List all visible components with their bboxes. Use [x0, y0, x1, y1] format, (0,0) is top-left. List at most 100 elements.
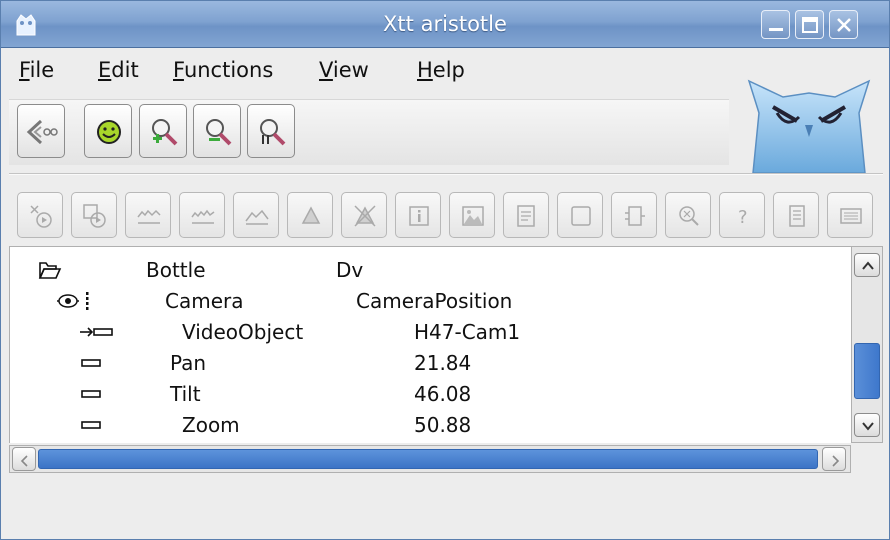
object-tree[interactable]: Bottle Dv Camera CameraPosition VideoObj…	[9, 246, 851, 443]
attribute-icon	[81, 421, 101, 429]
navigator-back-icon	[26, 119, 58, 145]
tree-row-value: Dv	[336, 258, 364, 282]
maximize-icon	[802, 17, 818, 33]
close-icon	[837, 18, 851, 32]
chevron-right-icon	[832, 455, 840, 467]
minimize-button[interactable]	[761, 10, 790, 39]
open-plc-button[interactable]	[71, 192, 117, 238]
menu-view-mnemonic: V	[319, 58, 333, 82]
zoom-in-icon	[152, 119, 178, 146]
help-button[interactable]: ?	[719, 192, 765, 238]
tree-row[interactable]: Pan 21.84	[10, 348, 851, 379]
tree-row[interactable]: Bottle Dv	[10, 255, 851, 286]
search-icon	[679, 206, 699, 226]
tree-row[interactable]: Tilt 46.08	[10, 379, 851, 410]
menu-file-mnemonic: F	[19, 58, 30, 82]
menu-functions[interactable]: Functions	[173, 58, 273, 82]
graph-button[interactable]	[449, 192, 495, 238]
proview-owl-logo	[747, 79, 871, 174]
menu-view[interactable]: View	[319, 58, 369, 82]
tree-row-name: Bottle	[146, 258, 206, 282]
vertical-scroll-thumb[interactable]	[854, 343, 880, 399]
crossref-button[interactable]	[503, 192, 549, 238]
fast-trend-button[interactable]	[179, 192, 225, 238]
classgraph-button[interactable]	[611, 192, 657, 238]
object-graph-button[interactable]	[557, 192, 603, 238]
tree-row-value: H47-Cam1	[414, 320, 521, 344]
main-toolbar	[9, 99, 729, 165]
zoom-out-icon	[206, 119, 232, 146]
tree-row[interactable]: VideoObject H47-Cam1	[10, 317, 851, 348]
tree-row-name: VideoObject	[182, 320, 304, 344]
alarm-icon	[301, 206, 321, 224]
xtt-window: Xtt aristotle File Edit Functions View H…	[0, 0, 890, 540]
chevron-down-icon	[862, 422, 874, 431]
svg-text:?: ?	[738, 207, 748, 228]
scroll-left-button[interactable]	[12, 447, 36, 471]
tree-row-name: Camera	[165, 289, 244, 313]
maximize-button[interactable]	[795, 10, 824, 39]
navigator-back-button[interactable]	[17, 104, 65, 158]
menu-help[interactable]: Help	[417, 58, 465, 82]
history-button[interactable]	[233, 192, 279, 238]
horizontal-scrollbar[interactable]	[9, 445, 851, 473]
rtnav-button[interactable]	[827, 192, 873, 238]
menu-file[interactable]: File	[19, 58, 54, 82]
horizontal-scroll-thumb[interactable]	[38, 449, 818, 469]
zoom-in-button[interactable]	[139, 104, 187, 158]
open-object-icon	[30, 205, 52, 228]
tree-row-name: Pan	[170, 351, 207, 375]
help-icon: ?	[738, 207, 748, 228]
attribute-ref-icon	[80, 327, 113, 337]
fast-trend-icon	[191, 209, 215, 224]
object-attributes-icon	[57, 292, 89, 310]
menu-help-mnemonic: H	[417, 58, 433, 82]
menu-functions-label: unctions	[183, 58, 274, 82]
trend-icon	[137, 209, 161, 224]
menu-edit-label: dit	[111, 58, 139, 82]
info-button[interactable]	[395, 192, 441, 238]
menu-functions-mnemonic: F	[173, 58, 184, 82]
block-alarm-icon	[354, 205, 376, 227]
smiley-button[interactable]	[84, 104, 132, 158]
tree-row-name: Zoom	[182, 413, 240, 437]
menu-edit[interactable]: Edit	[98, 58, 139, 82]
alarm-button[interactable]	[287, 192, 333, 238]
menu-view-label: iew	[332, 58, 369, 82]
zoom-out-button[interactable]	[193, 104, 241, 158]
crossref-icon	[517, 205, 535, 227]
smiley-icon	[97, 120, 121, 144]
zoom-reset-icon	[260, 119, 286, 146]
minimize-icon	[769, 28, 783, 31]
tree-row[interactable]: Zoom 50.88	[10, 410, 851, 441]
doc-button[interactable]	[773, 192, 819, 238]
zoom-reset-button[interactable]	[247, 104, 295, 158]
window-title: Xtt aristotle	[383, 12, 507, 36]
search-button[interactable]	[665, 192, 711, 238]
classgraph-icon	[625, 206, 645, 226]
menu-help-label: elp	[432, 58, 465, 82]
graph-icon	[462, 206, 484, 226]
trend-button[interactable]	[125, 192, 171, 238]
open-object-button[interactable]	[17, 192, 63, 238]
object-graph-icon	[571, 206, 591, 226]
title-bar[interactable]: Xtt aristotle	[1, 1, 889, 48]
chevron-up-icon	[862, 261, 874, 270]
scroll-up-button[interactable]	[854, 253, 880, 277]
open-plc-icon	[83, 204, 106, 228]
scroll-down-button[interactable]	[854, 413, 880, 437]
block-alarm-button[interactable]	[341, 192, 387, 238]
doc-icon	[789, 205, 805, 227]
attribute-icon	[81, 390, 101, 398]
folder-open-icon	[38, 262, 62, 279]
info-icon	[409, 206, 429, 226]
rtnav-icon	[840, 208, 862, 224]
toolbar-separator	[9, 173, 883, 175]
scroll-right-button[interactable]	[822, 447, 846, 471]
tree-row-value: 50.88	[414, 413, 472, 437]
history-icon	[245, 209, 269, 225]
tree-row-value: 46.08	[414, 382, 472, 406]
vertical-scrollbar[interactable]	[851, 246, 883, 443]
tree-row[interactable]: Camera CameraPosition	[10, 286, 851, 317]
close-button[interactable]	[829, 10, 858, 39]
